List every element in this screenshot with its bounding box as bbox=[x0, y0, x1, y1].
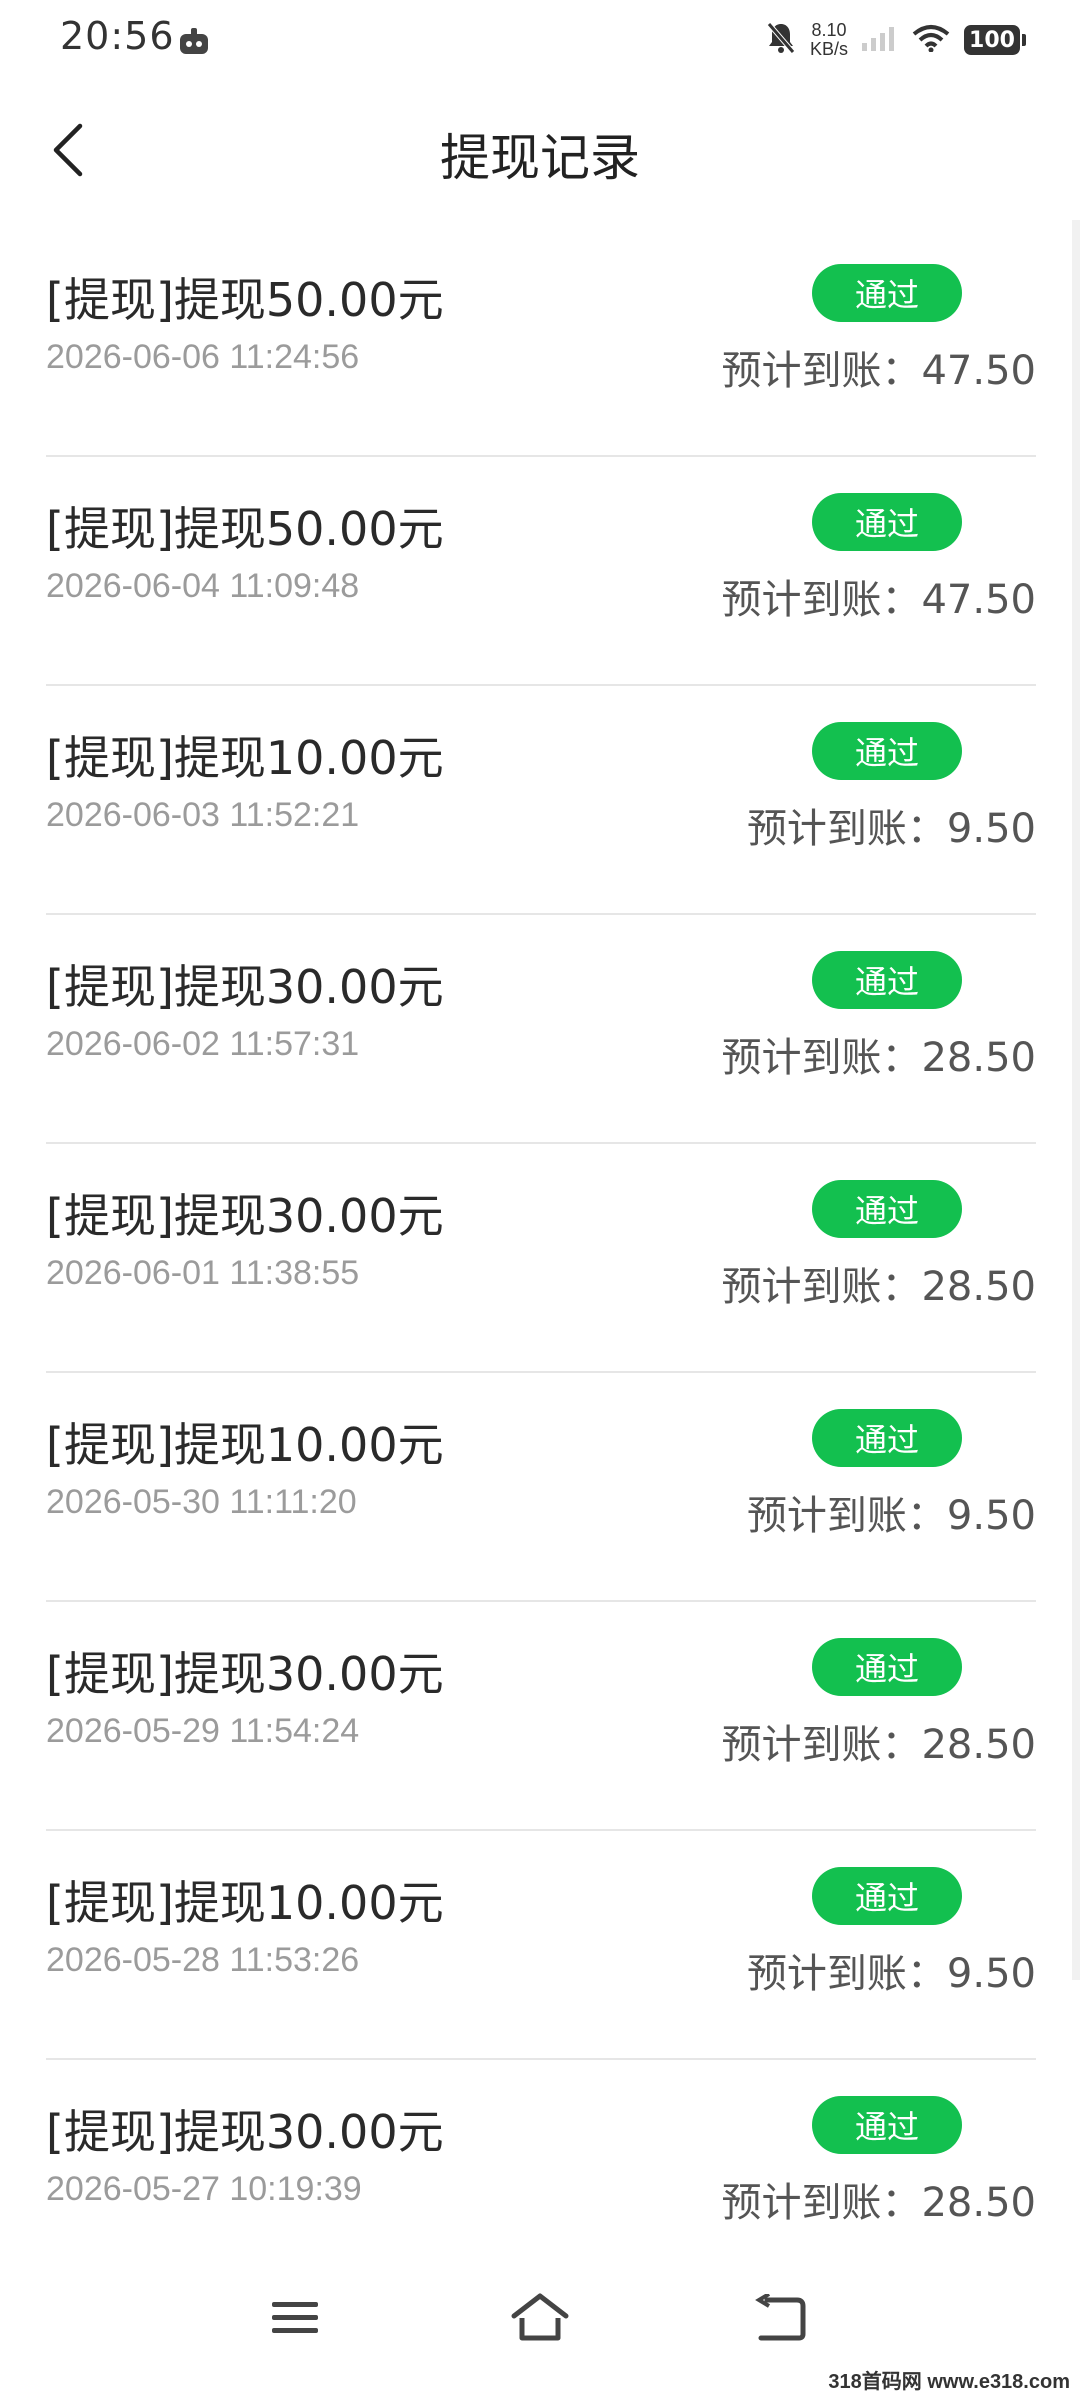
status-bar: 20:56 8.10 KB/s 100 bbox=[0, 0, 1080, 80]
system-nav-bar: 318首码网 www.e318.com bbox=[0, 2250, 1080, 2400]
record-title: [提现]提现10.00元 bbox=[46, 731, 444, 785]
record-title: [提现]提现30.00元 bbox=[46, 960, 444, 1014]
return-button[interactable] bbox=[736, 2280, 826, 2360]
home-icon bbox=[510, 2292, 570, 2348]
record-time: 2026-05-29 11:54:24 bbox=[46, 1712, 360, 1750]
status-badge: 通过 bbox=[812, 1638, 962, 1696]
expected-amount: 预计到账：9.50 bbox=[746, 1493, 1036, 1539]
status-badge: 通过 bbox=[812, 722, 962, 780]
record-title: [提现]提现30.00元 bbox=[46, 1647, 444, 1701]
expected-amount: 预计到账：28.50 bbox=[721, 2180, 1036, 2226]
back-arrow-icon bbox=[753, 2292, 809, 2346]
record-time: 2026-06-04 11:09:48 bbox=[46, 567, 360, 605]
battery-indicator: 100 bbox=[964, 25, 1026, 55]
withdrawal-record-list: [提现]提现50.00元 2026-06-06 11:24:56 通过 预计到账：47… bbox=[46, 228, 1036, 2289]
net-speed-unit: KB/s bbox=[809, 39, 848, 59]
record-item[interactable]: [提现]提现30.00元 2026-06-01 11:38:55 通过预计到账：28… bbox=[46, 1144, 1036, 1373]
app-notification-icon bbox=[178, 26, 210, 56]
expected-amount: 预计到账：28.50 bbox=[721, 1035, 1036, 1081]
record-item[interactable]: [提现]提现50.00元 2026-06-04 11:09:48 通过预计到账：47… bbox=[46, 457, 1036, 686]
watermark: 318首码网 www.e318.com bbox=[828, 2371, 1070, 2393]
record-title: [提现]提现10.00元 bbox=[46, 1418, 444, 1472]
mute-bell-icon bbox=[766, 21, 796, 59]
header: 提现记录 bbox=[0, 80, 1080, 220]
record-title: [提现]提现50.00元 bbox=[46, 273, 444, 327]
status-badge: 通过 bbox=[812, 2096, 962, 2154]
record-time: 2026-05-28 11:53:26 bbox=[46, 1941, 360, 1979]
expected-amount: 预计到账：28.50 bbox=[721, 1722, 1036, 1768]
page-title: 提现记录 bbox=[440, 129, 640, 187]
record-time: 2026-06-01 11:38:55 bbox=[46, 1254, 360, 1292]
record-time: 2026-06-02 11:57:31 bbox=[46, 1025, 360, 1063]
scrollbar[interactable] bbox=[1072, 220, 1080, 1980]
status-badge: 通过 bbox=[812, 264, 962, 322]
record-item[interactable]: [提现]提现30.00元 2026-05-29 11:54:24 通过预计到账：28… bbox=[46, 1602, 1036, 1831]
status-badge: 通过 bbox=[812, 493, 962, 551]
record-item[interactable]: [提现]提现50.00元 2026-06-06 11:24:56 通过预计到账：47… bbox=[46, 228, 1036, 457]
record-time: 2026-05-27 10:19:39 bbox=[46, 2170, 362, 2208]
status-badge: 通过 bbox=[812, 1180, 962, 1238]
expected-amount: 预计到账：47.50 bbox=[721, 348, 1036, 394]
record-title: [提现]提现30.00元 bbox=[46, 1189, 444, 1243]
record-title: [提现]提现30.00元 bbox=[46, 2105, 444, 2159]
status-time: 20:56 bbox=[60, 14, 175, 58]
home-button[interactable] bbox=[495, 2280, 585, 2360]
record-item[interactable]: [提现]提现30.00元 2026-06-02 11:57:31 通过预计到账：28… bbox=[46, 915, 1036, 1144]
menu-button[interactable] bbox=[250, 2280, 340, 2360]
status-badge: 通过 bbox=[812, 1409, 962, 1467]
record-title: [提现]提现50.00元 bbox=[46, 502, 444, 556]
expected-amount: 预计到账：9.50 bbox=[746, 806, 1036, 852]
status-badge: 通过 bbox=[812, 1867, 962, 1925]
record-time: 2026-06-06 11:24:56 bbox=[46, 338, 360, 376]
menu-icon bbox=[270, 2298, 320, 2342]
expected-amount: 预计到账：28.50 bbox=[721, 1264, 1036, 1310]
record-item[interactable]: [提现]提现10.00元 2026-06-03 11:52:21 通过预计到账：9.… bbox=[46, 686, 1036, 915]
net-speed-value: 8.10 bbox=[811, 20, 847, 40]
record-time: 2026-05-30 11:11:20 bbox=[46, 1483, 357, 1521]
wifi-icon bbox=[912, 24, 950, 56]
expected-amount: 预计到账：47.50 bbox=[721, 577, 1036, 623]
record-time: 2026-06-03 11:52:21 bbox=[46, 796, 360, 834]
signal-icon bbox=[862, 25, 898, 55]
record-item[interactable]: [提现]提现10.00元 2026-05-28 11:53:26 通过预计到账：9.… bbox=[46, 1831, 1036, 2060]
status-badge: 通过 bbox=[812, 951, 962, 1009]
expected-amount: 预计到账：9.50 bbox=[746, 1951, 1036, 1997]
status-icons: 8.10 KB/s 100 bbox=[766, 18, 1026, 62]
record-item[interactable]: [提现]提现10.00元 2026-05-30 11:11:20 通过预计到账：9.… bbox=[46, 1373, 1036, 1602]
net-speed: 8.10 KB/s bbox=[810, 21, 848, 59]
record-title: [提现]提现10.00元 bbox=[46, 1876, 444, 1930]
